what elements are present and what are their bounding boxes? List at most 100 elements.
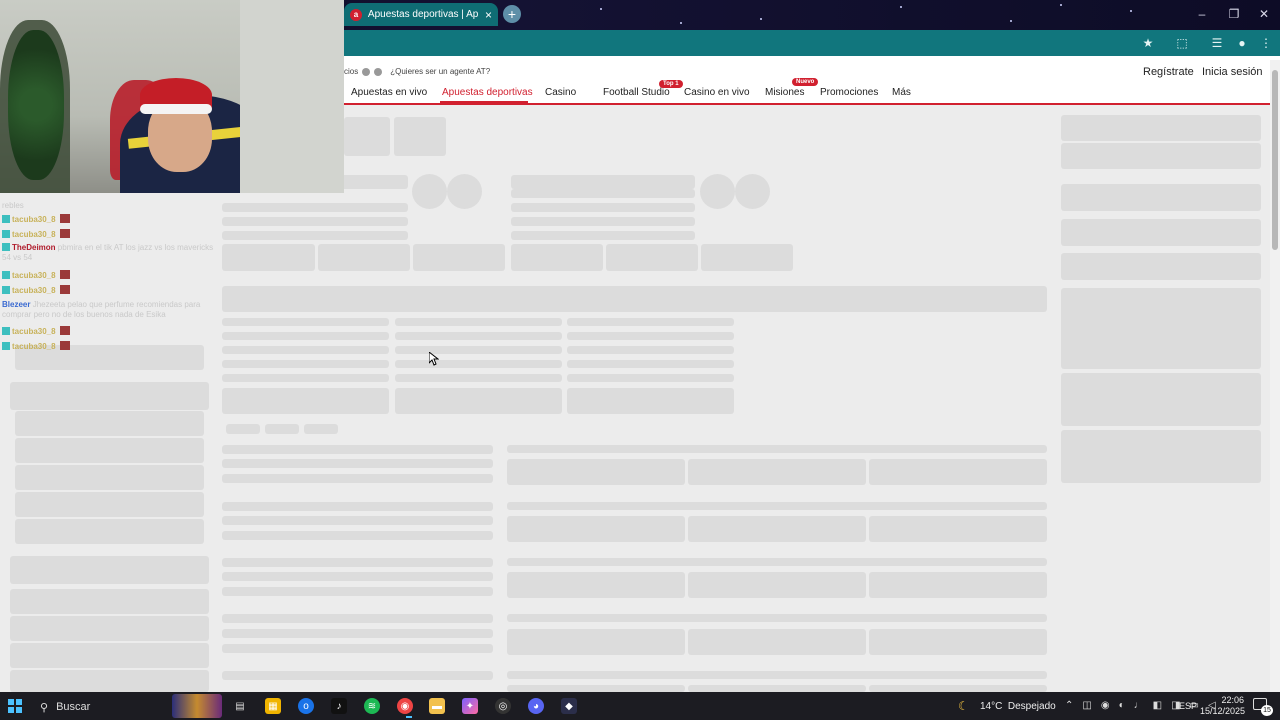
skeleton-block bbox=[222, 332, 389, 340]
skeleton-block bbox=[15, 411, 204, 436]
chat-message: tacuba30_8 bbox=[2, 341, 220, 352]
tab-close-icon[interactable]: × bbox=[485, 8, 492, 22]
top-link-fragment[interactable]: cios bbox=[344, 67, 358, 76]
nav-live-betting[interactable]: Apuestas en vivo bbox=[351, 87, 427, 98]
top-links: cios ¿Quieres ser un agente AT? bbox=[344, 67, 490, 76]
skeleton-block bbox=[222, 474, 493, 483]
skeleton-block bbox=[222, 374, 389, 382]
skeleton-block bbox=[511, 203, 695, 212]
skeleton-block bbox=[15, 465, 204, 490]
skeleton-block bbox=[395, 374, 562, 382]
chat-message: tacuba30_8 bbox=[2, 285, 220, 296]
spotify-icon[interactable]: ≋ bbox=[364, 698, 380, 714]
weather-text[interactable]: 14°C Despejado bbox=[980, 701, 1056, 712]
skeleton-block bbox=[507, 459, 685, 485]
chat-fragment: rebles bbox=[2, 201, 24, 210]
emote-icon bbox=[59, 285, 70, 294]
search-icon: ⚲ bbox=[40, 701, 49, 714]
nav-live-casino[interactable]: Casino en vivo bbox=[684, 87, 750, 98]
search-highlight-image bbox=[172, 694, 222, 718]
skeleton-block bbox=[511, 217, 695, 226]
chat-message: Blezeer Jhezeeta pelao que perfume recom… bbox=[2, 300, 201, 319]
badge-icon bbox=[2, 327, 10, 335]
extensions-icon[interactable]: ⬚ bbox=[1173, 34, 1191, 52]
browser-tab[interactable]: a Apuestas deportivas | Apuestas × bbox=[344, 3, 498, 26]
skeleton-block bbox=[395, 346, 562, 354]
skeleton-block bbox=[344, 117, 390, 156]
tray-app-icon[interactable]: ◧ bbox=[1153, 700, 1162, 711]
skeleton-circle bbox=[700, 174, 735, 209]
skeleton-block bbox=[222, 502, 493, 511]
chrome-icon[interactable]: ◉ bbox=[397, 698, 413, 714]
skeleton-block bbox=[701, 244, 793, 271]
restore-button[interactable]: ❐ bbox=[1218, 0, 1250, 28]
skeleton-block bbox=[222, 572, 493, 581]
skeleton-block bbox=[511, 244, 603, 271]
skeleton-block bbox=[395, 332, 562, 340]
skeleton-block bbox=[395, 318, 562, 326]
skeleton-pill bbox=[265, 424, 299, 434]
nav-casino[interactable]: Casino bbox=[545, 87, 576, 98]
app-icon[interactable]: ◎ bbox=[495, 698, 511, 714]
skeleton-block bbox=[10, 643, 209, 668]
outlook-icon[interactable]: o bbox=[298, 698, 314, 714]
skeleton-block bbox=[606, 244, 698, 271]
streaming-app-icon[interactable]: ◆ bbox=[561, 698, 577, 714]
nav-football-studio[interactable]: Football Studio bbox=[603, 87, 670, 98]
file-explorer-icon[interactable]: ▬ bbox=[429, 698, 445, 714]
skeleton-block bbox=[15, 438, 204, 463]
discord-icon[interactable]: ◕ bbox=[528, 698, 544, 714]
media-queue-icon[interactable]: ☰ bbox=[1208, 34, 1226, 52]
notification-count: 15 bbox=[1261, 705, 1273, 716]
skeleton-circle bbox=[447, 174, 482, 209]
new-tab-button[interactable]: + bbox=[503, 5, 521, 23]
skeleton-block bbox=[1061, 373, 1261, 426]
nav-promotions[interactable]: Promociones bbox=[820, 87, 878, 98]
tray-app-icon[interactable]: ◐ bbox=[1119, 700, 1125, 711]
nav-more[interactable]: Más bbox=[892, 87, 911, 98]
skeleton-block bbox=[394, 117, 446, 156]
agent-link[interactable]: ¿Quieres ser un agente AT? bbox=[390, 67, 490, 76]
close-window-button[interactable]: ✕ bbox=[1248, 0, 1280, 28]
nav-sports-betting[interactable]: Apuestas deportivas bbox=[442, 87, 533, 98]
store-icon[interactable]: ▦ bbox=[265, 698, 281, 714]
skeleton-block bbox=[222, 231, 408, 240]
clock-time: 22:06 bbox=[1221, 695, 1244, 705]
chevron-up-icon[interactable]: ⌃ bbox=[1065, 700, 1073, 711]
microphone-icon[interactable]: ♩ bbox=[1134, 700, 1144, 711]
skeleton-block bbox=[395, 360, 562, 368]
skeleton-block bbox=[15, 492, 204, 517]
skeleton-block bbox=[222, 587, 493, 596]
tray-app-icon[interactable]: ◫ bbox=[1082, 700, 1091, 711]
emote-icon bbox=[59, 229, 70, 238]
skeleton-block bbox=[1061, 253, 1261, 280]
language-indicator[interactable]: ESP bbox=[1179, 701, 1197, 711]
login-link[interactable]: Inicia sesión bbox=[1202, 66, 1263, 78]
minimize-button[interactable]: – bbox=[1186, 0, 1218, 28]
copilot-icon[interactable]: ✦ bbox=[462, 698, 478, 714]
badge-icon bbox=[2, 215, 10, 223]
emote-icon bbox=[59, 341, 70, 350]
skeleton-block bbox=[222, 614, 493, 623]
info-icon bbox=[374, 67, 383, 76]
windows-start-icon[interactable] bbox=[8, 699, 22, 713]
skeleton-block bbox=[1061, 184, 1261, 211]
tiktok-icon[interactable]: ♪ bbox=[331, 698, 347, 714]
clock[interactable]: 22:06 15/12/2025 bbox=[1200, 695, 1245, 717]
task-view-icon[interactable]: ▤ bbox=[232, 698, 248, 714]
skeleton-block bbox=[222, 531, 493, 540]
skeleton-block bbox=[511, 175, 695, 189]
bookmark-star-icon[interactable]: ★ bbox=[1139, 34, 1157, 52]
skeleton-block bbox=[15, 519, 204, 544]
emote-icon bbox=[59, 214, 70, 223]
skeleton-block bbox=[869, 459, 1047, 485]
scrollbar-thumb[interactable] bbox=[1272, 70, 1278, 250]
skeleton-block bbox=[507, 445, 1047, 453]
skeleton-block bbox=[222, 445, 493, 454]
menu-dots-icon[interactable]: ⋮ bbox=[1257, 34, 1275, 52]
skeleton-block bbox=[567, 388, 734, 414]
nav-missions[interactable]: Misiones bbox=[765, 87, 804, 98]
chrome-tray-icon[interactable]: ◉ bbox=[1101, 700, 1110, 711]
register-link[interactable]: Regístrate bbox=[1143, 66, 1194, 78]
profile-avatar-icon[interactable]: ● bbox=[1233, 34, 1251, 52]
